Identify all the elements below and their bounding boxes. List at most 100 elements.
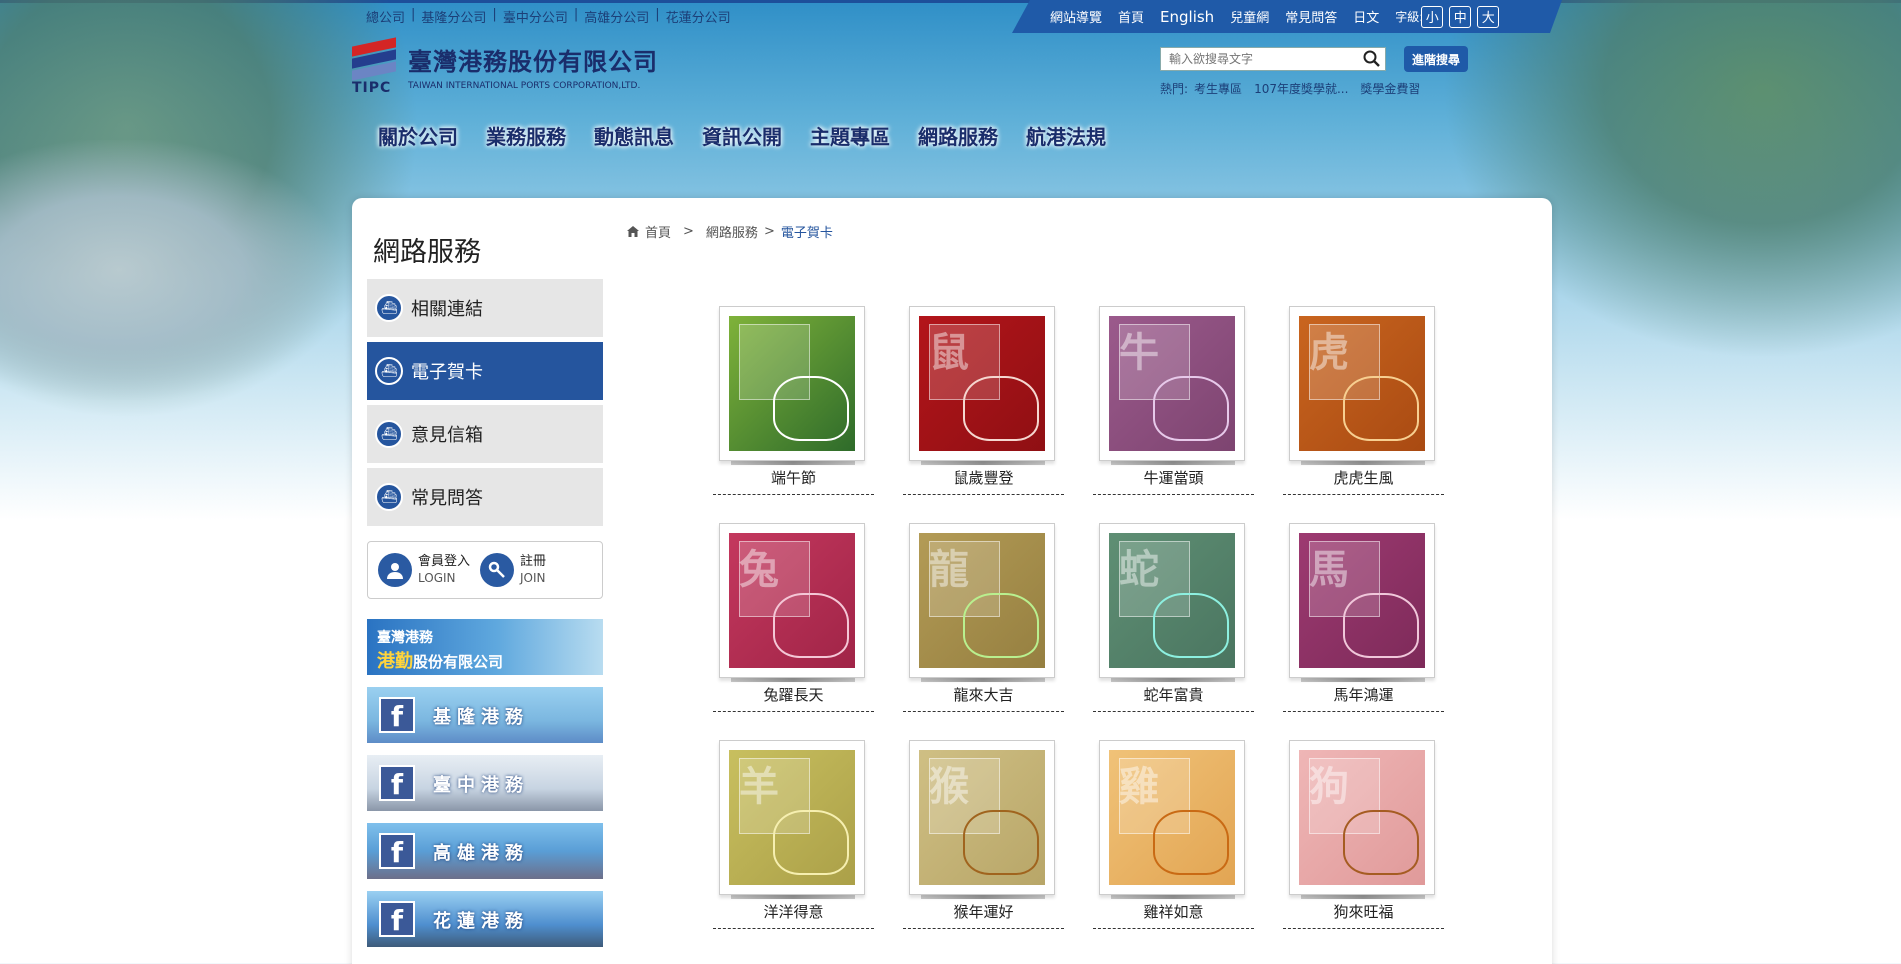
ecard-item[interactable]: 龍龍來大吉 (903, 523, 1064, 740)
ecard-shadow (731, 895, 855, 899)
hot-keyword[interactable]: 獎學金費習 (1360, 80, 1420, 97)
background-rock-left (0, 140, 340, 400)
sitemap-link[interactable]: 網站導覽 (1050, 7, 1102, 26)
logo-mark-text: TIPC (352, 80, 392, 96)
banner-taichung-facebook[interactable]: f 臺中港務 (367, 755, 603, 811)
ecard-caption[interactable]: 猴年運好 (903, 901, 1064, 929)
breadcrumb-online-services[interactable]: 網路服務 (706, 222, 758, 241)
ecard-thumbnail[interactable]: 鼠 (909, 306, 1055, 461)
ecard-thumbnail[interactable]: 虎 (1289, 306, 1435, 461)
nav-about[interactable]: 關於公司 (378, 121, 458, 150)
ecard-caption[interactable]: 牛運當頭 (1093, 467, 1254, 495)
ecard-thumbnail[interactable]: 狗 (1289, 740, 1435, 895)
hot-keyword[interactable]: 考生專區 (1194, 80, 1242, 97)
ecard-glyph: 蛇 (1119, 546, 1159, 593)
ecard-thumbnail[interactable]: 猴 (909, 740, 1055, 895)
banner-label: 臺中港務 (433, 775, 529, 796)
ecard-caption[interactable]: 洋洋得意 (713, 901, 874, 929)
ecard-caption[interactable]: 兔躍長天 (713, 684, 874, 712)
hot-keyword[interactable]: 107年度獎學就... (1254, 80, 1348, 97)
ecard-item[interactable]: 狗狗來旺福 (1283, 740, 1444, 957)
ecard-caption[interactable]: 鼠歲豐登 (903, 467, 1064, 495)
ecard-thumbnail[interactable]: 蛇 (1099, 523, 1245, 678)
ecard-artwork: 雞 (1109, 750, 1235, 885)
branch-link-hq[interactable]: 總公司 (366, 7, 405, 26)
font-size-medium-button[interactable]: 中 (1449, 6, 1471, 28)
ecard-thumbnail[interactable]: 牛 (1099, 306, 1245, 461)
advanced-search-button[interactable]: 進階搜尋 (1404, 46, 1469, 72)
breadcrumb-separator: > (763, 224, 775, 239)
ecard-caption[interactable]: 蛇年富貴 (1093, 684, 1254, 712)
ecard-thumbnail[interactable]: 兔 (719, 523, 865, 678)
branch-separator: | (411, 7, 416, 22)
sidebar-item-ecard[interactable]: ⛴ 電子賀卡 (367, 342, 603, 400)
login-button[interactable]: 會員登入 LOGIN (378, 553, 470, 587)
faq-link[interactable]: 常見問答 (1285, 7, 1337, 26)
ecard-glyph: 馬 (1309, 546, 1349, 593)
search-input[interactable] (1161, 48, 1359, 70)
font-size-large-button[interactable]: 大 (1477, 6, 1499, 28)
ecard-papercut (963, 810, 1039, 875)
nav-business[interactable]: 業務服務 (486, 121, 566, 150)
banner-hualien-facebook[interactable]: f 花蓮港務 (367, 891, 603, 947)
ecard-thumbnail[interactable] (719, 306, 865, 461)
join-button[interactable]: 註冊 JOIN (480, 553, 546, 587)
ecard-papercut (773, 810, 849, 875)
ecard-caption[interactable]: 馬年鴻運 (1283, 684, 1444, 712)
sidebar-item-feedback[interactable]: ⛴ 意見信箱 (367, 405, 603, 463)
ecard-caption[interactable]: 狗來旺福 (1283, 901, 1444, 929)
branch-links: 總公司 | 基隆分公司 | 臺中分公司 | 高雄分公司 | 花蓮分公司 (366, 7, 731, 26)
facebook-icon: f (379, 833, 415, 869)
ecard-caption[interactable]: 虎虎生風 (1283, 467, 1444, 495)
ecard-caption[interactable]: 雞祥如意 (1093, 901, 1254, 929)
login-label: 會員登入 (418, 554, 471, 569)
ecard-thumbnail[interactable]: 龍 (909, 523, 1055, 678)
nav-regulations[interactable]: 航港法規 (1026, 121, 1106, 150)
nav-info[interactable]: 資訊公開 (702, 121, 782, 150)
font-size-small-button[interactable]: 小 (1421, 6, 1443, 28)
ecard-thumbnail[interactable]: 馬 (1289, 523, 1435, 678)
breadcrumb-home[interactable]: 首頁 (645, 222, 671, 241)
kids-link[interactable]: 兒童網 (1230, 7, 1269, 26)
home-link[interactable]: 首頁 (1118, 7, 1144, 26)
ecard-item[interactable]: 兔兔躍長天 (713, 523, 874, 740)
ecard-caption[interactable]: 龍來大吉 (903, 684, 1064, 712)
ecard-item[interactable]: 馬馬年鴻運 (1283, 523, 1444, 740)
nav-news[interactable]: 動態訊息 (594, 121, 674, 150)
branch-link-kaohsiung[interactable]: 高雄分公司 (584, 7, 649, 26)
ecard-artwork: 鼠 (919, 316, 1045, 451)
nav-topics[interactable]: 主題專區 (810, 121, 890, 150)
branch-link-hualien[interactable]: 花蓮分公司 (666, 7, 731, 26)
ecard-thumbnail[interactable]: 羊 (719, 740, 865, 895)
ecard-item[interactable]: 牛牛運當頭 (1093, 306, 1254, 523)
ecard-item[interactable]: 羊洋洋得意 (713, 740, 874, 957)
ecard-grid: 端午節鼠鼠歲豐登牛牛運當頭虎虎虎生風兔兔躍長天龍龍來大吉蛇蛇年富貴馬馬年鴻運羊洋… (713, 306, 1444, 957)
banner-kaohsiung-facebook[interactable]: f 高雄港務 (367, 823, 603, 879)
banner-keelung-facebook[interactable]: f 基隆港務 (367, 687, 603, 743)
ecard-artwork: 兔 (729, 533, 855, 668)
ecard-item[interactable]: 蛇蛇年富貴 (1093, 523, 1254, 740)
ecard-item[interactable]: 猴猴年運好 (903, 740, 1064, 957)
ecard-item[interactable]: 雞雞祥如意 (1093, 740, 1254, 957)
ecard-artwork: 羊 (729, 750, 855, 885)
ecard-item[interactable]: 虎虎虎生風 (1283, 306, 1444, 523)
branch-link-taichung[interactable]: 臺中分公司 (503, 7, 568, 26)
branch-link-keelung[interactable]: 基隆分公司 (421, 7, 486, 26)
sidebar-item-links[interactable]: ⛴ 相關連結 (367, 279, 603, 337)
utility-bar: 網站導覽 首頁 English 兒童網 常見問答 日文 字級: 小 中 大 (1012, 0, 1562, 33)
ecard-caption[interactable]: 端午節 (713, 467, 874, 495)
search-icon[interactable] (1359, 48, 1385, 70)
nav-online-services[interactable]: 網路服務 (918, 121, 998, 150)
ecard-artwork: 牛 (1109, 316, 1235, 451)
japanese-link[interactable]: 日文 (1353, 7, 1379, 26)
english-link[interactable]: English (1160, 8, 1214, 26)
ecard-item[interactable]: 鼠鼠歲豐登 (903, 306, 1064, 523)
sidebar-item-faq[interactable]: ⛴ 常見問答 (367, 468, 603, 526)
ecard-item[interactable]: 端午節 (713, 306, 874, 523)
sidebar-item-label: 相關連結 (411, 299, 483, 320)
ecard-glyph: 牛 (1119, 329, 1159, 376)
site-logo[interactable]: TIPC 臺灣港務股份有限公司 TAIWAN INTERNATIONAL POR… (352, 37, 658, 96)
banner-tug-company[interactable]: 臺灣港務 港勤股份有限公司 (367, 619, 603, 675)
ecard-thumbnail[interactable]: 雞 (1099, 740, 1245, 895)
ecard-glyph: 雞 (1119, 763, 1159, 810)
